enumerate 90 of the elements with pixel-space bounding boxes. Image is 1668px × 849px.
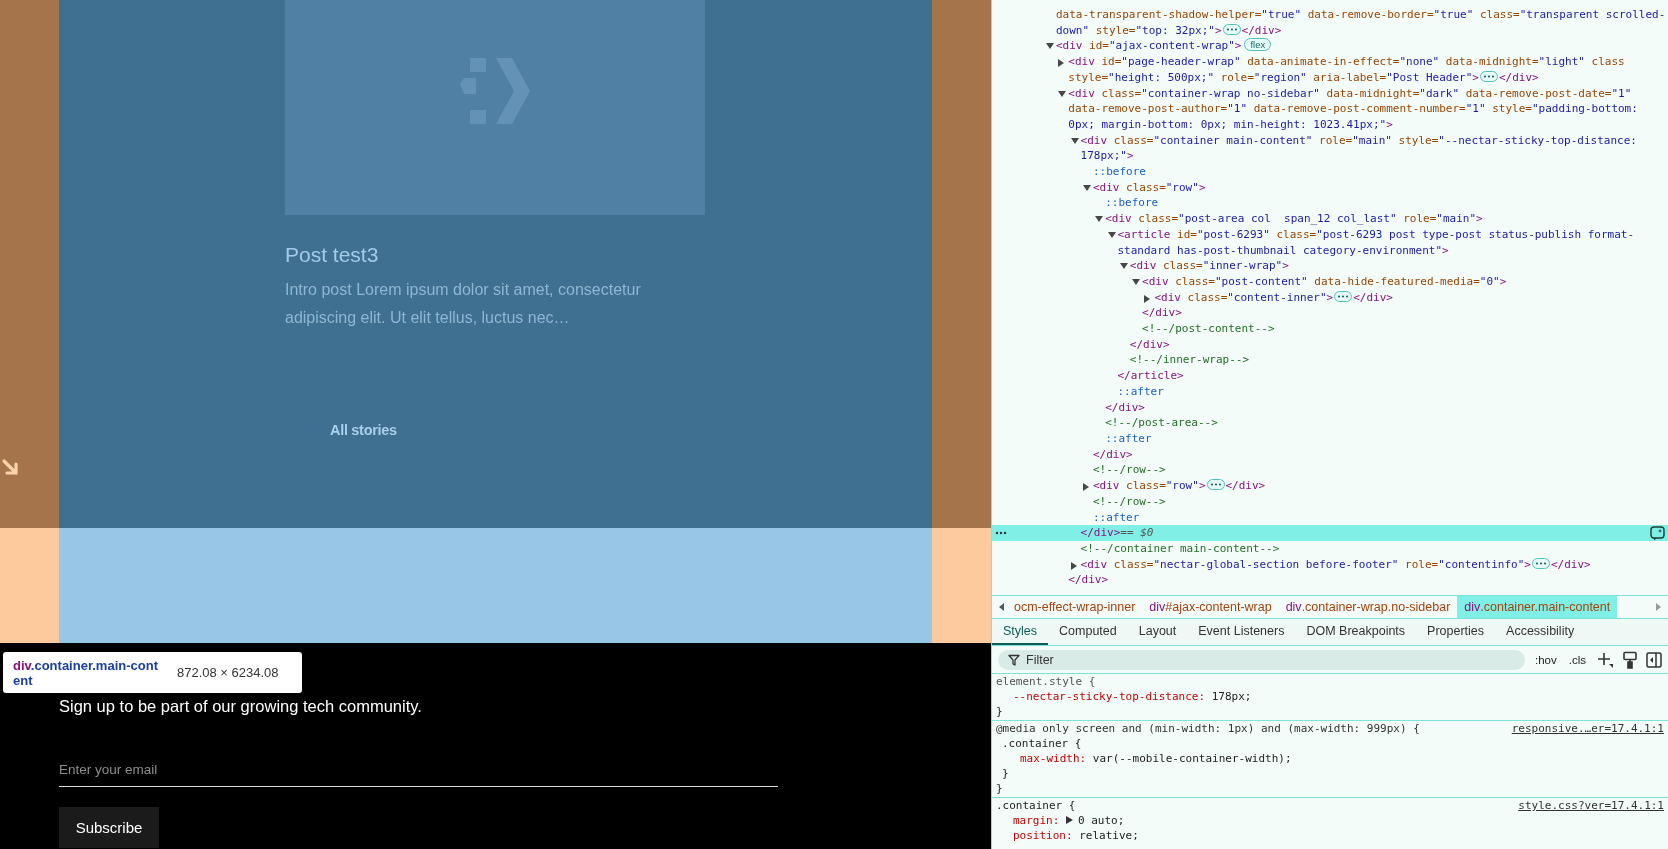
dom-tree-item[interactable]: <div class="post-content" data-hide-featured-media="0"> — [992, 273, 1668, 290]
dom-tree-item[interactable]: <!--/post-area--> — [992, 415, 1668, 431]
dom-tree-item[interactable]: <div class="row"> </div> — [992, 478, 1668, 494]
css-selector: .container { — [996, 799, 1076, 815]
dom-tree-item[interactable]: <!--/post-content--> — [992, 321, 1668, 337]
dom-tree-item[interactable]: <div class="container-wrap no-sidebar" data-midnight="dark" data-remove-post-date="1" data-remove-post-author="1" data-remove-post-comment-number="1" style="padding-bottom: 0px; margin-bottom: 0px; min-height: 1023.41px;"> — [992, 85, 1668, 133]
panel-tab[interactable]: DOM Breakpoints — [1295, 619, 1417, 645]
dom-tree-item[interactable]: ::after — [992, 383, 1668, 400]
closing-brace: } — [996, 781, 1004, 797]
dom-tree-item[interactable]: <div id="page-header-wrap" data-animate-in-effect="none" data-midnight="light" class style="height: 500px;" role="region" aria-label="Post Header"> </div> — [992, 54, 1668, 86]
panel-tab[interactable]: Accessibility — [1495, 619, 1586, 645]
media-query: @media only screen and (min-width: 1px) and (max-width: 999px) { — [996, 722, 1420, 738]
caret-right-icon[interactable] — [1144, 294, 1151, 303]
ellipsis-icon[interactable] — [1334, 290, 1353, 302]
expand-arrow-icon[interactable] — [1066, 816, 1073, 825]
dom-tree-item[interactable]: </div>== $0 — [992, 525, 1668, 541]
dom-tree-item[interactable]: <!--/row--> — [992, 493, 1668, 510]
css-selector: element.style { — [996, 675, 1096, 690]
toolbar-toggle[interactable]: :hov — [1533, 653, 1559, 666]
sidebar-toggle-icon[interactable] — [1646, 651, 1662, 668]
toolbar-toggle[interactable]: .cls — [1566, 653, 1588, 666]
caret-down-icon[interactable] — [1070, 137, 1079, 144]
dom-tree-item[interactable]: <div class="container main-content" role="main" style="--nectar-sticky-top-distance: 178px;"> — [992, 132, 1668, 165]
signup-text: Sign up to be part of our growing tech community. — [59, 696, 422, 717]
caret-right-icon[interactable] — [1082, 483, 1089, 492]
dom-tree-item[interactable]: <div id="ajax-content-wrap"> flex — [992, 38, 1668, 55]
panel-tab[interactable]: Layout — [1127, 619, 1188, 645]
dom-tree-item[interactable]: <!--/inner-wrap--> — [992, 352, 1668, 369]
dom-tree-item[interactable]: ::before — [992, 195, 1668, 212]
chat-bubble-icon[interactable] — [1650, 526, 1665, 542]
panel-tab[interactable]: Event Listeners — [1187, 619, 1296, 645]
element-size-text: 872.08 × 6234.08 — [177, 665, 279, 680]
css-declaration[interactable]: --nectar-sticky-top-distance: 178px; — [996, 689, 1664, 705]
css-selector: .container { — [1001, 737, 1083, 752]
breadcrumb[interactable]: div.container.main-content — [1457, 596, 1618, 618]
caret-down-icon[interactable] — [1107, 231, 1116, 238]
dom-tree-item[interactable]: <!--/row--> — [992, 462, 1668, 479]
caret-down-icon[interactable] — [1058, 90, 1067, 97]
caret-down-icon[interactable] — [1095, 216, 1104, 223]
css-declaration[interactable]: position: relative; — [996, 828, 1664, 844]
more-icon[interactable] — [995, 531, 1007, 536]
caret-right-icon[interactable] — [1070, 561, 1077, 570]
dom-tree-item[interactable]: ::after — [992, 431, 1668, 447]
dom-tree-item[interactable]: ::before — [992, 164, 1668, 180]
ellipsis-icon[interactable] — [1531, 557, 1550, 569]
closing-brace: } — [1001, 766, 1010, 782]
dom-tree-item[interactable]: ::after — [992, 509, 1668, 526]
caret-down-icon[interactable] — [1132, 278, 1141, 285]
dom-tree-item[interactable]: </article> — [992, 368, 1668, 384]
post-excerpt: Intro post Lorem ipsum dolor sit amet, consectetur adipiscing elit. Ut elit tellus, luctus nec… — [285, 280, 642, 328]
subscribe-button[interactable]: Subscribe — [59, 807, 159, 848]
source-link[interactable]: responsive.…er=17.4.1:1 — [1511, 722, 1664, 738]
plus-icon[interactable] — [1596, 650, 1614, 669]
arrow-icon — [1, 458, 21, 478]
filter-field[interactable]: Filter — [998, 649, 1525, 670]
ellipsis-icon[interactable] — [1222, 23, 1241, 35]
paint-roller-icon[interactable] — [1622, 650, 1638, 669]
dom-tree-item[interactable]: data-transparent-shadow-helper="true" data-remove-border="true" class="transparent scrolled-down" style="top: 32px;"> </div> — [992, 7, 1668, 39]
flex-badge[interactable]: flex — [1244, 38, 1272, 52]
panel-tab[interactable]: Computed — [1048, 619, 1128, 645]
filter-icon — [1008, 653, 1020, 666]
breadcrumb[interactable]: div.container-wrap.no-sidebar — [1278, 596, 1458, 618]
dom-tree-item[interactable]: </div> — [992, 572, 1668, 588]
panel-tab[interactable]: Properties — [1416, 619, 1496, 645]
dom-tree-item[interactable]: <div class="post-area col span_12 col_last" role="main"> — [992, 211, 1668, 227]
dom-tree-item[interactable]: <div class="content-inner"> </div> — [992, 289, 1668, 306]
dom-tree-item[interactable]: </div> — [992, 336, 1668, 353]
css-declaration[interactable]: margin: 0 auto; — [996, 814, 1664, 829]
panel-tab[interactable]: Styles — [992, 619, 1049, 645]
caret-down-icon[interactable] — [1119, 263, 1128, 270]
caret-down-icon[interactable] — [1082, 184, 1091, 191]
dom-tree-item[interactable]: </div> — [992, 305, 1668, 322]
dom-tree-item[interactable]: <div class="inner-wrap"> — [992, 258, 1668, 274]
breadcrumb[interactable]: div#ajax-content-wrap — [1142, 596, 1279, 618]
dom-tree-item[interactable]: </div> — [992, 446, 1668, 463]
caret-right-icon[interactable] — [1058, 59, 1065, 68]
dom-tree-item[interactable]: <div class="nectar-global-section before-footer" role="contentinfo"> </div> — [992, 556, 1668, 573]
dom-tree-item[interactable]: <div class="row"> — [992, 179, 1668, 196]
source-link[interactable]: style.css?ver=17.4.1:1 — [1518, 799, 1664, 815]
dom-tree-item[interactable]: <article id="post-6293" class="post-6293 post type-post status-publish format-standard has-post-thumbnail category-environment"> — [992, 226, 1668, 259]
ellipsis-icon[interactable] — [1479, 70, 1498, 82]
dom-tree-item[interactable]: </div> — [992, 399, 1668, 416]
closing-brace: } — [996, 704, 1004, 720]
css-declaration[interactable]: max-width: var(--mobile-container-width); — [996, 752, 1664, 767]
dom-tree-item[interactable]: <!--/container main-content--> — [992, 540, 1668, 557]
ellipsis-icon[interactable] — [1206, 479, 1225, 491]
element-selector-text: div.container.main-content — [13, 657, 159, 688]
email-input-field[interactable]: Enter your email — [59, 753, 778, 787]
breadcrumb[interactable]: ocm-effect-wrap-inner — [1012, 596, 1143, 618]
caret-down-icon[interactable] — [1046, 43, 1054, 50]
